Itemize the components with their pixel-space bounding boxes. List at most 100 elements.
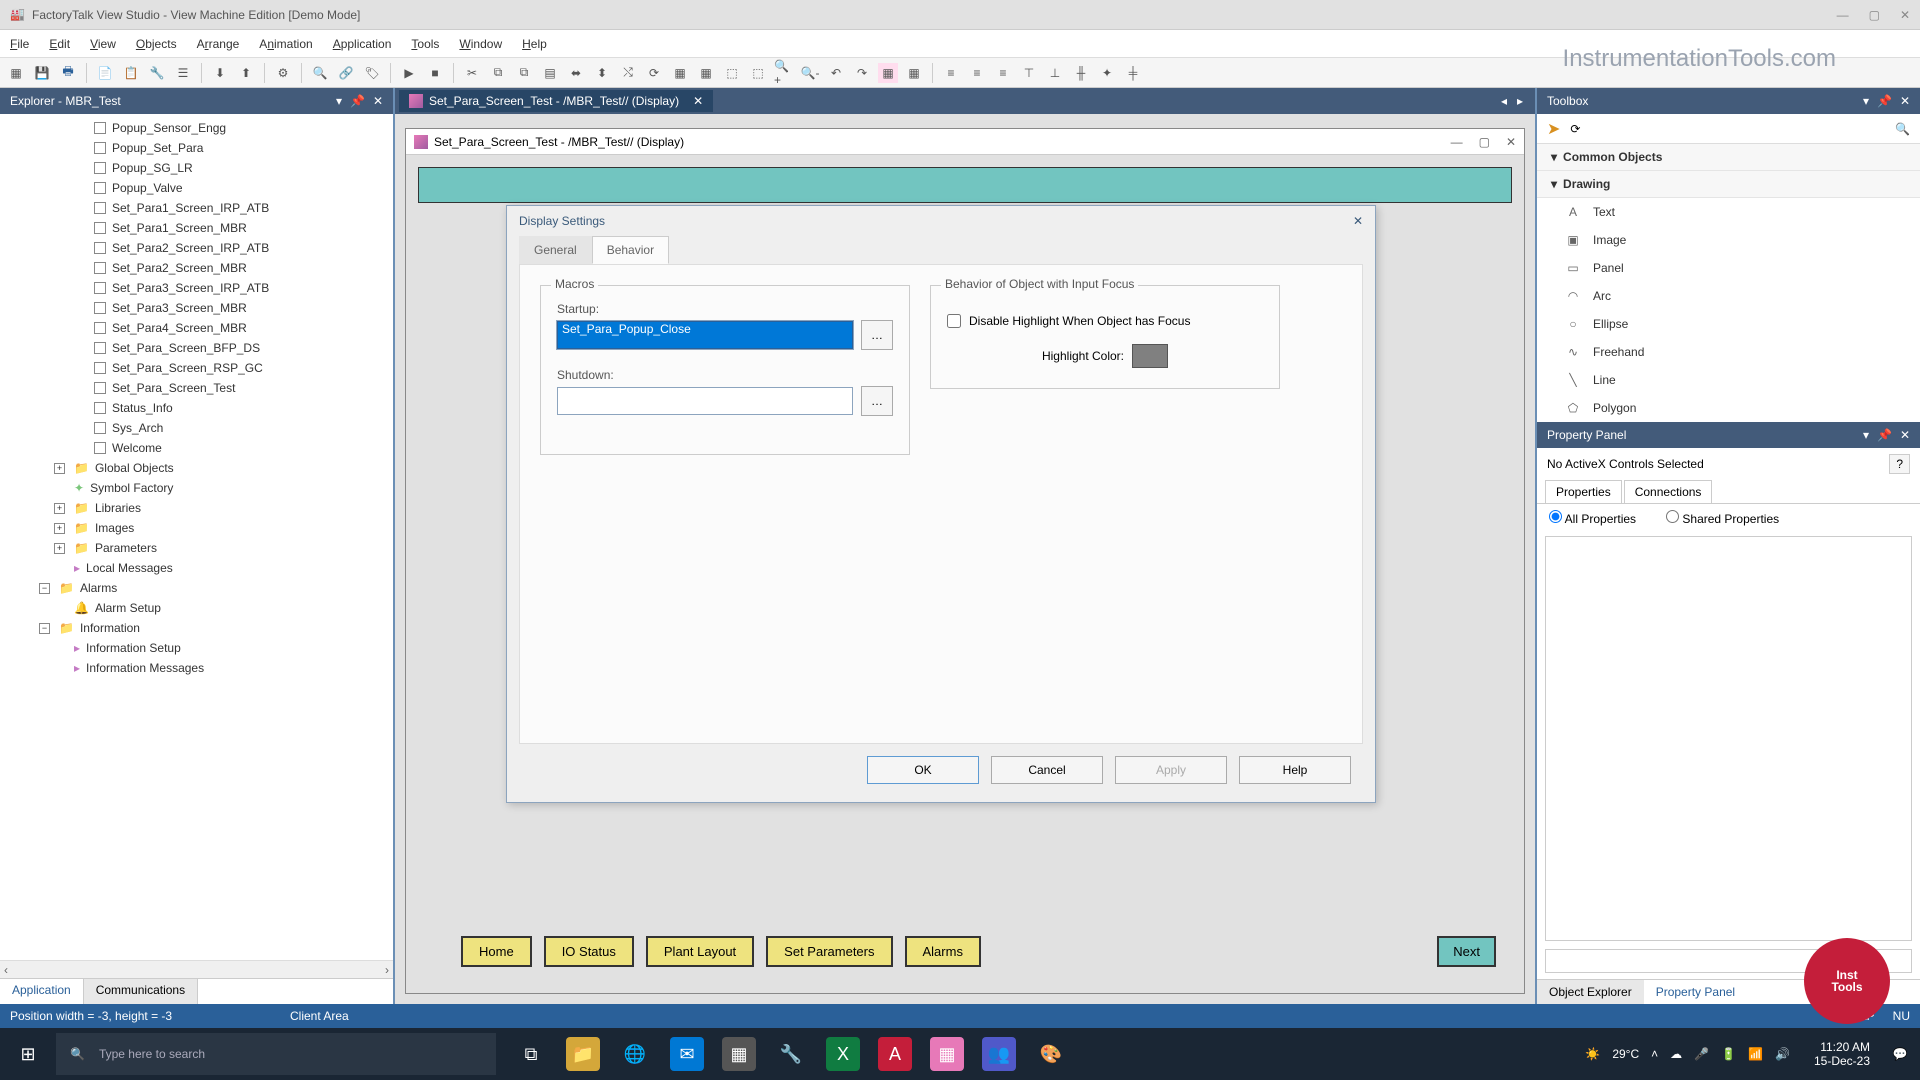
- download-icon[interactable]: ⬇: [210, 63, 230, 83]
- menu-animation[interactable]: Animation: [259, 37, 312, 51]
- acrobat-icon[interactable]: A: [878, 1037, 912, 1071]
- app2-icon[interactable]: 🔧: [774, 1037, 808, 1071]
- tab-properties[interactable]: Properties: [1545, 480, 1622, 503]
- prop-help-button[interactable]: ?: [1889, 454, 1910, 474]
- tree-item[interactable]: Popup_Set_Para: [4, 138, 393, 158]
- al5-icon[interactable]: ⊥: [1045, 63, 1065, 83]
- tree-item[interactable]: Set_Para_Screen_BFP_DS: [4, 338, 393, 358]
- next-button[interactable]: Next: [1437, 936, 1496, 967]
- property-grid[interactable]: [1545, 536, 1912, 941]
- save-icon[interactable]: 💾: [32, 63, 52, 83]
- nav-button[interactable]: Home: [461, 936, 532, 967]
- align-icon[interactable]: ▤: [540, 63, 560, 83]
- tree-item[interactable]: Set_Para3_Screen_IRP_ATB: [4, 278, 393, 298]
- tree-item[interactable]: Set_Para2_Screen_MBR: [4, 258, 393, 278]
- toolbox-pin-icon[interactable]: 📌: [1877, 94, 1892, 108]
- ok-button[interactable]: OK: [867, 756, 979, 784]
- tree-item[interactable]: Set_Para_Screen_Test: [4, 378, 393, 398]
- tree-item[interactable]: Set_Para1_Screen_IRP_ATB: [4, 198, 393, 218]
- tab-next-icon[interactable]: ▸: [1517, 94, 1523, 108]
- dup2-icon[interactable]: ⧉: [514, 63, 534, 83]
- al3-icon[interactable]: ≡: [993, 63, 1013, 83]
- tab-connections[interactable]: Connections: [1624, 480, 1713, 503]
- menu-arrange[interactable]: Arrange: [197, 37, 240, 51]
- stop-icon[interactable]: ■: [425, 63, 445, 83]
- tree-item[interactable]: Set_Para1_Screen_MBR: [4, 218, 393, 238]
- tree-item[interactable]: Set_Para_Screen_RSP_GC: [4, 358, 393, 378]
- toolbox-item[interactable]: ◠Arc: [1537, 282, 1920, 310]
- al7-icon[interactable]: ✦: [1097, 63, 1117, 83]
- close-tab-icon[interactable]: ✕: [693, 94, 703, 108]
- menu-view[interactable]: View: [90, 37, 116, 51]
- tree-item[interactable]: Popup_SG_LR: [4, 158, 393, 178]
- find-icon[interactable]: 🔍: [310, 63, 330, 83]
- paint-icon[interactable]: 🎨: [1034, 1037, 1068, 1071]
- tree-item[interactable]: Sys_Arch: [4, 418, 393, 438]
- new-icon[interactable]: ▦: [6, 63, 26, 83]
- tab-prev-icon[interactable]: ◂: [1501, 94, 1507, 108]
- tab-behavior[interactable]: Behavior: [592, 236, 669, 264]
- explorer-tab-application[interactable]: Application: [0, 979, 84, 1004]
- onedrive-icon[interactable]: ☁: [1670, 1047, 1682, 1061]
- tree-item[interactable]: Set_Para2_Screen_IRP_ATB: [4, 238, 393, 258]
- tree-item[interactable]: ✦Symbol Factory: [4, 478, 393, 498]
- tag-icon[interactable]: 🏷: [362, 63, 382, 83]
- toolbox-item[interactable]: ⬠Polygon: [1537, 394, 1920, 422]
- radio-all-properties[interactable]: All Properties: [1549, 510, 1636, 526]
- redo-icon[interactable]: ↷: [852, 63, 872, 83]
- cut-icon[interactable]: ✂: [462, 63, 482, 83]
- document-tab[interactable]: Set_Para_Screen_Test - /MBR_Test// (Disp…: [399, 90, 713, 112]
- tree-item[interactable]: ▸Local Messages: [4, 558, 393, 578]
- nav-button[interactable]: IO Status: [544, 936, 634, 967]
- toolbox-item[interactable]: ▭Panel: [1537, 254, 1920, 282]
- battery-icon[interactable]: 🔋: [1721, 1047, 1736, 1061]
- inner-min-icon[interactable]: —: [1451, 135, 1463, 149]
- toolbox-item[interactable]: ▣Image: [1537, 226, 1920, 254]
- tree-item[interactable]: Welcome: [4, 438, 393, 458]
- toolbox-section-header[interactable]: ▾Common Objects: [1537, 144, 1920, 171]
- props-icon[interactable]: ▦: [878, 63, 898, 83]
- tree-item[interactable]: +📁Parameters: [4, 538, 393, 558]
- menu-edit[interactable]: Edit: [49, 37, 70, 51]
- toolbox-item[interactable]: AText: [1537, 198, 1920, 226]
- menu-help[interactable]: Help: [522, 37, 547, 51]
- undo-icon[interactable]: ↶: [826, 63, 846, 83]
- prop-pin-icon[interactable]: 📌: [1877, 428, 1892, 442]
- flip-icon[interactable]: ⤭: [618, 63, 638, 83]
- ft-app-icon[interactable]: ▦: [930, 1037, 964, 1071]
- tab-object-explorer[interactable]: Object Explorer: [1537, 980, 1644, 1004]
- tree-item[interactable]: Set_Para3_Screen_MBR: [4, 298, 393, 318]
- al2-icon[interactable]: ≡: [967, 63, 987, 83]
- prop-dropdown-icon[interactable]: ▾: [1863, 428, 1869, 442]
- dialog-close-icon[interactable]: ✕: [1353, 214, 1363, 228]
- rotate-icon[interactable]: ⟳: [644, 63, 664, 83]
- toolbox-close-icon[interactable]: ✕: [1900, 94, 1910, 108]
- close-icon[interactable]: ✕: [1900, 8, 1910, 22]
- toolbox-item[interactable]: ╲Line: [1537, 366, 1920, 394]
- menu-application[interactable]: Application: [333, 37, 392, 51]
- tray-chevron-icon[interactable]: ˄: [1651, 1047, 1658, 1061]
- menu-tools[interactable]: Tools: [411, 37, 439, 51]
- shutdown-browse-button[interactable]: …: [861, 386, 893, 416]
- pin-icon[interactable]: 📌: [350, 94, 365, 108]
- excel-icon[interactable]: X: [826, 1037, 860, 1071]
- tree-item[interactable]: Status_Info: [4, 398, 393, 418]
- play-icon[interactable]: ▶: [399, 63, 419, 83]
- close-panel-icon[interactable]: ✕: [373, 94, 383, 108]
- taskbar-clock[interactable]: 11:20 AM 15-Dec-23: [1804, 1040, 1880, 1069]
- toolbox-dropdown-icon[interactable]: ▾: [1863, 94, 1869, 108]
- wifi-icon[interactable]: 📶: [1748, 1047, 1763, 1061]
- alignv-icon[interactable]: ⬍: [592, 63, 612, 83]
- explorer-tab-communications[interactable]: Communications: [84, 979, 198, 1004]
- help-button[interactable]: Help: [1239, 756, 1351, 784]
- zoomout-icon[interactable]: 🔍-: [800, 63, 820, 83]
- zoomin-icon[interactable]: 🔍+: [774, 63, 794, 83]
- tab-general[interactable]: General: [519, 236, 592, 264]
- tree-item[interactable]: +📁Global Objects: [4, 458, 393, 478]
- pointer-icon[interactable]: ➤: [1547, 119, 1560, 139]
- highlight-color-swatch[interactable]: [1132, 344, 1168, 368]
- link-icon[interactable]: 🔗: [336, 63, 356, 83]
- tree-item[interactable]: ▸Information Messages: [4, 658, 393, 678]
- notifications-icon[interactable]: 💬: [1880, 1047, 1920, 1061]
- tree-item[interactable]: Popup_Sensor_Engg: [4, 118, 393, 138]
